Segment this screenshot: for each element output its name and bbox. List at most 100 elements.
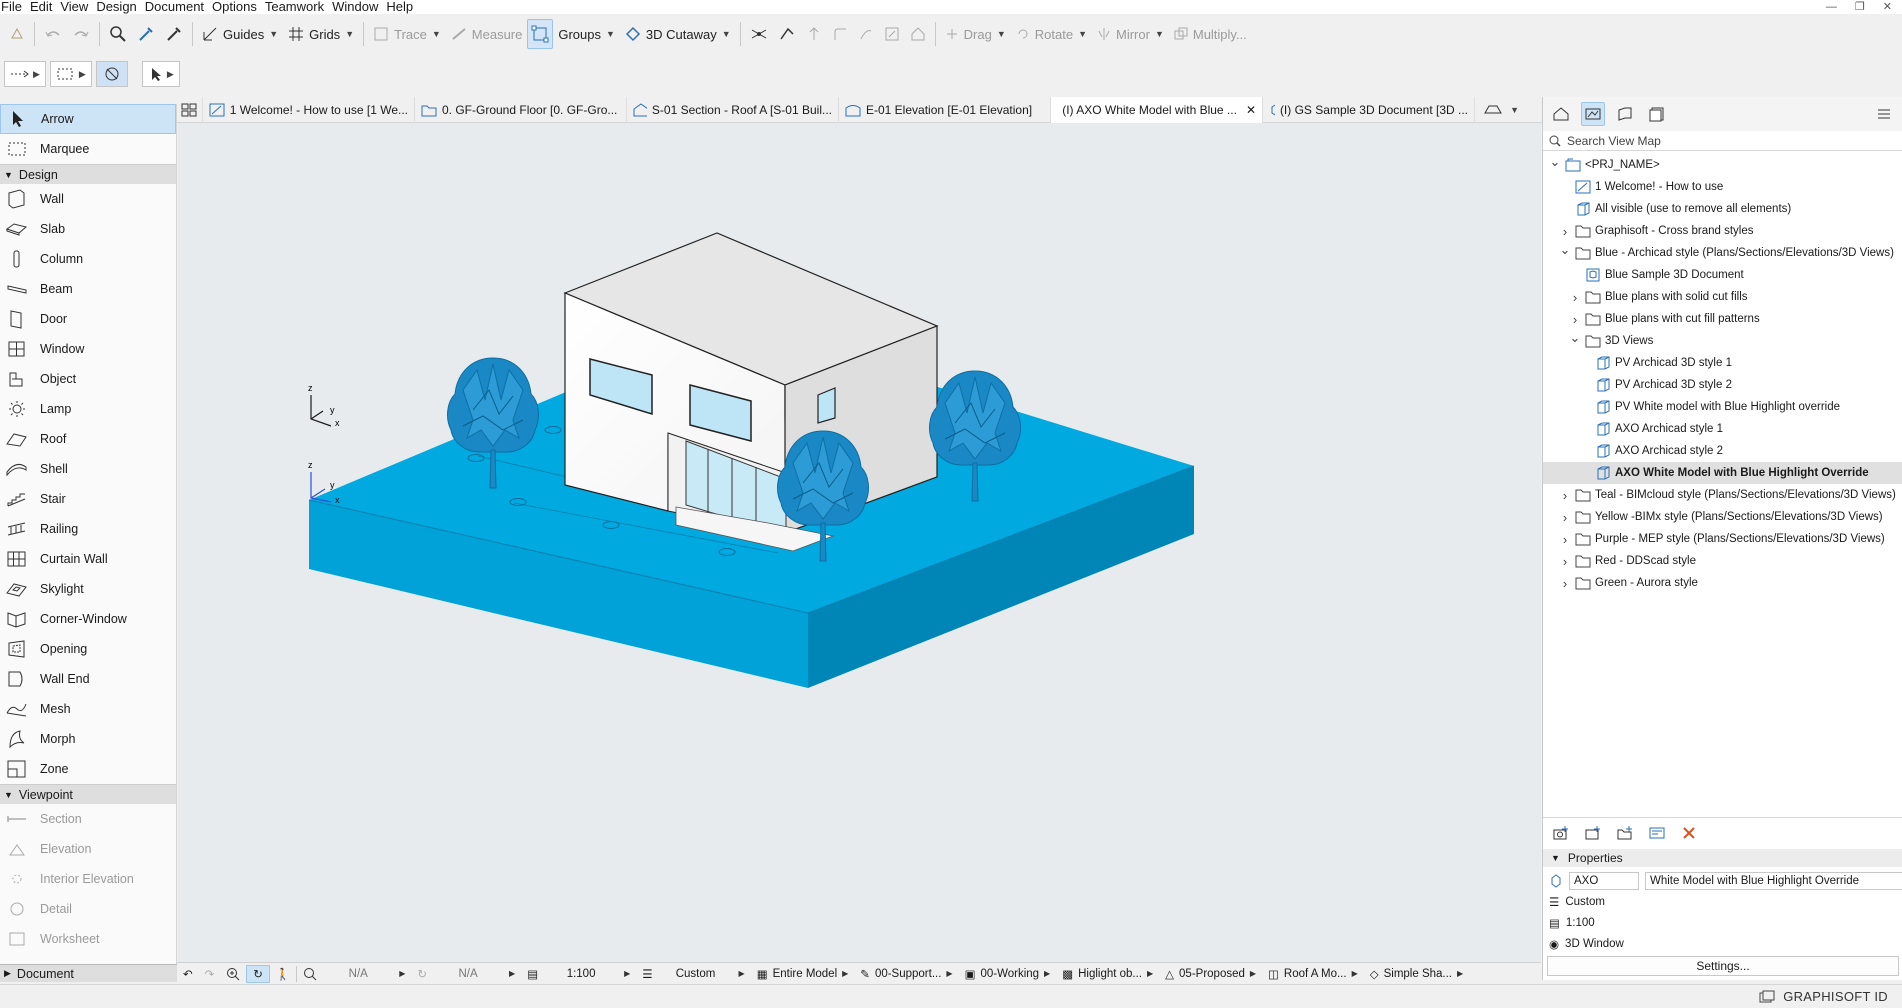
multiply-button[interactable]: Multiply... <box>1169 19 1252 49</box>
tree-view-item[interactable]: ⌄ <PRJ_NAME> <box>1543 154 1902 176</box>
mirror-button[interactable]: Mirror ▼ <box>1092 19 1169 49</box>
tool-interior-elevation[interactable]: Interior Elevation <box>0 864 176 894</box>
design-section-header[interactable]: ▼ Design <box>0 164 176 184</box>
expand-chevron-icon[interactable]: › <box>1559 576 1571 591</box>
delete-icon[interactable] <box>1677 821 1701 845</box>
scale-combo[interactable]: ▤ 1:100 ▶ <box>521 963 636 985</box>
new-folder-icon[interactable] <box>1613 821 1637 845</box>
tree-view-item[interactable]: PV Archicad 3D style 1 <box>1543 352 1902 374</box>
expand-chevron-icon[interactable]: › <box>1559 488 1571 503</box>
zoom-combo[interactable]: N/A ▶ <box>297 963 411 985</box>
tree-view-item[interactable]: All visible (use to remove all elements) <box>1543 198 1902 220</box>
tool-detail[interactable]: Detail <box>0 894 176 924</box>
eyedropper-icon[interactable] <box>132 19 160 49</box>
tree-folder[interactable]: › Purple - MEP style (Plans/Sections/Elev… <box>1543 528 1902 550</box>
view-map-search[interactable]: Search View Map <box>1543 131 1902 151</box>
layer-combination-combo[interactable]: ☰ Custom ▶ <box>636 963 750 985</box>
mvo-combo[interactable]: ▣ 00-Working ▶ <box>959 963 1057 985</box>
view-name-field[interactable]: White Model with Blue Highlight Override <box>1645 871 1902 890</box>
graphisoft-id[interactable]: GRAPHISOFT ID <box>1759 989 1888 1004</box>
rotation-combo[interactable]: ↻ N/A ▶ <box>411 963 521 985</box>
structure-display-combo[interactable]: ◫ Roof A Mo... ▶ <box>1262 963 1364 985</box>
trace-button[interactable]: Trace ▼ <box>368 19 446 49</box>
document-section-header[interactable]: ▶ Document <box>0 964 177 982</box>
tree-view-item[interactable]: AXO White Model with Blue Highlight Over… <box>1543 462 1902 484</box>
menu-help[interactable]: Help <box>386 0 421 14</box>
fillet-icon[interactable] <box>827 19 853 49</box>
minimize-icon[interactable]: — <box>1826 0 1837 14</box>
tree-view-item[interactable]: AXO Archicad style 2 <box>1543 440 1902 462</box>
tab-list-dropdown[interactable]: ▼ <box>1475 97 1525 123</box>
menu-view[interactable]: View <box>60 0 96 14</box>
tool-arrow[interactable]: Arrow <box>0 104 176 134</box>
measure-button[interactable]: Measure <box>446 19 528 49</box>
tree-view-item[interactable]: PV Archicad 3D style 2 <box>1543 374 1902 396</box>
tab-ground-floor[interactable]: 0. GF-Ground Floor [0. GF-Gro... <box>415 96 627 123</box>
tab-welcome[interactable]: 1 Welcome! - How to use [1 We... <box>203 96 415 123</box>
tool-stair[interactable]: Stair <box>0 484 176 514</box>
view-id-field[interactable]: AXO <box>1569 871 1639 890</box>
tool-slab[interactable]: Slab <box>0 214 176 244</box>
tree-folder[interactable]: ⌄ 3D Views <box>1543 330 1902 352</box>
settings-button[interactable]: Settings... <box>1547 956 1899 976</box>
tab-axo-white-model[interactable]: (I) AXO White Model with Blue ... ✕ <box>1051 96 1263 123</box>
3d-viewport[interactable]: z y x z y x <box>178 123 1541 962</box>
find-select-icon[interactable] <box>104 19 132 49</box>
drag-button[interactable]: Drag ▼ <box>940 19 1011 49</box>
tool-wall[interactable]: Wall <box>0 184 176 214</box>
tab-elevation[interactable]: E-01 Elevation [E-01 Elevation] <box>839 96 1051 123</box>
tree-folder[interactable]: › Blue plans with cut fill patterns <box>1543 308 1902 330</box>
menu-document[interactable]: Document <box>145 0 212 14</box>
marquee-mode-dropdown[interactable]: ▶ <box>49 61 92 87</box>
tool-shell[interactable]: Shell <box>0 454 176 484</box>
tool-window[interactable]: Window <box>0 334 176 364</box>
clone-folder-icon[interactable] <box>1581 821 1605 845</box>
tree-folder[interactable]: › Teal - BIMcloud style (Plans/Sections/E… <box>1543 484 1902 506</box>
tree-folder[interactable]: › Green - Aurora style <box>1543 572 1902 594</box>
groups-button[interactable]: Groups ▼ <box>553 19 620 49</box>
menu-window[interactable]: Window <box>332 0 386 14</box>
expand-chevron-icon[interactable]: › <box>1559 510 1571 525</box>
roof-trim-icon[interactable] <box>905 19 931 49</box>
tab-overview-icon[interactable] <box>177 96 203 123</box>
tree-folder[interactable]: › Graphisoft - Cross brand styles <box>1543 220 1902 242</box>
view-settings-icon[interactable] <box>1645 821 1669 845</box>
tool-morph[interactable]: Morph <box>0 724 176 754</box>
pet-palette-icon[interactable] <box>4 19 30 49</box>
scale-value[interactable]: 1:100 <box>1566 917 1595 929</box>
view-map-tab[interactable] <box>1581 102 1605 126</box>
tree-view-item[interactable]: AXO Archicad style 1 <box>1543 418 1902 440</box>
tool-column[interactable]: Column <box>0 244 176 274</box>
tree-folder[interactable]: › Yellow -BIMx style (Plans/Sections/Elev… <box>1543 506 1902 528</box>
graphic-override-combo[interactable]: ▩ Higlight ob... ▶ <box>1056 963 1159 985</box>
tool-worksheet[interactable]: Worksheet <box>0 924 176 954</box>
guides-button[interactable]: Guides ▼ <box>197 19 283 49</box>
tree-folder[interactable]: › Blue plans with solid cut fills <box>1543 286 1902 308</box>
walk-icon[interactable]: 🚶 <box>270 963 296 985</box>
layer-combo-value[interactable]: Custom <box>1565 896 1605 908</box>
tab-section[interactable]: S-01 Section - Roof A [S-01 Buil... <box>627 96 839 123</box>
expand-chevron-icon[interactable]: › <box>1559 224 1571 239</box>
tool-object[interactable]: Object <box>0 364 176 394</box>
tool-corner-window[interactable]: Corner-Window <box>0 604 176 634</box>
close-tab-icon[interactable]: ✕ <box>1246 103 1256 117</box>
tree-view-item[interactable]: PV White model with Blue Highlight overr… <box>1543 396 1902 418</box>
menu-edit[interactable]: Edit <box>30 0 60 14</box>
menu-teamwork[interactable]: Teamwork <box>265 0 332 14</box>
layout-book-tab[interactable] <box>1613 102 1637 126</box>
tool-wall-end[interactable]: Wall End <box>0 664 176 694</box>
undo-icon[interactable] <box>39 19 67 49</box>
collapse-chevron-icon[interactable]: ⌄ <box>1549 154 1561 170</box>
viewpoint-section-header[interactable]: ▼ Viewpoint <box>0 784 176 804</box>
publisher-sets-tab[interactable] <box>1645 102 1669 126</box>
tool-marquee[interactable]: Marquee <box>0 134 176 164</box>
redo-icon[interactable] <box>67 19 95 49</box>
grids-button[interactable]: Grids ▼ <box>283 19 359 49</box>
model-view-combo[interactable]: ▦ Entire Model ▶ <box>751 963 855 985</box>
selection-method-dropdown[interactable]: ▶ <box>4 61 46 87</box>
expand-chevron-icon[interactable]: › <box>1569 290 1581 305</box>
pen-set-combo[interactable]: ✎ 00-Support... ▶ <box>854 963 958 985</box>
undo-view-icon[interactable]: ↶ <box>177 963 199 985</box>
collapse-chevron-icon[interactable]: ⌄ <box>1569 330 1581 346</box>
tool-opening[interactable]: Opening <box>0 634 176 664</box>
